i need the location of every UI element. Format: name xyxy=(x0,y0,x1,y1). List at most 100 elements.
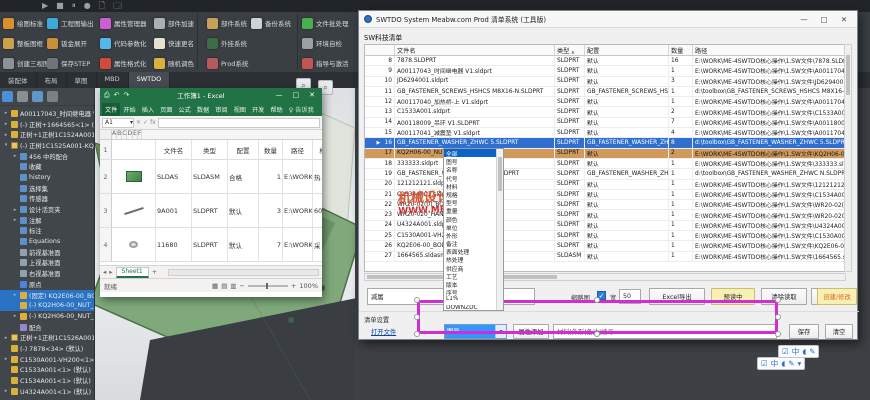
cell-type[interactable]: SLDASM xyxy=(555,252,585,261)
header-config[interactable]: 配置 xyxy=(585,45,669,55)
ribbon-button[interactable]: 钣金展开 xyxy=(47,34,87,52)
feature-tree-item[interactable]: ▸ (固定) KQ2E06-00_BODY_K xyxy=(0,290,94,301)
enter-icon[interactable]: ✓ xyxy=(143,119,148,126)
mini-toolbar-icon[interactable]: 中 xyxy=(792,347,800,356)
excel-maximize-button[interactable]: □ xyxy=(290,91,303,99)
feature-tree-item[interactable]: ▸ 正树+1正树1C1526A001-CQ2B xyxy=(0,332,94,343)
cell-path[interactable]: E:\WORK\ME-4SWTDO核心操作\1.SW文件\A00117043_时… xyxy=(693,66,845,75)
cell-quantity[interactable]: 1 xyxy=(669,231,693,240)
page-layout-icon[interactable]: ▤ xyxy=(221,282,227,290)
cell-filename[interactable]: A00117040_加热桥-上 V1.sldprt xyxy=(395,97,555,106)
feature-tree-item[interactable]: ▸ 正树+1正树1C1524A001+<1> xyxy=(0,129,94,140)
ribbon-button[interactable]: 绘图标准 xyxy=(3,14,43,32)
ribbon-button[interactable]: 整板图框 xyxy=(3,34,43,52)
cell-type[interactable]: SLDPRT xyxy=(555,159,585,168)
feature-tree-item[interactable]: (-) 7878<34> (默认) xyxy=(0,343,94,354)
ribbon-tab[interactable]: 草图 xyxy=(67,72,97,88)
mini-toolbar-icon[interactable]: ✎ xyxy=(788,359,794,368)
cell-type[interactable]: SLDPRT xyxy=(555,128,585,137)
page-break-icon[interactable]: ▥ xyxy=(230,282,236,290)
dropdown-item[interactable]: 名称 xyxy=(444,165,503,173)
cell-quantity[interactable]: 8 xyxy=(669,138,693,147)
cell-filename[interactable]: A00117041_减震垫 V1.sldprt xyxy=(395,128,555,137)
cell-type[interactable]: SLDPRT xyxy=(555,149,585,158)
dropdown-item[interactable]: 重量 xyxy=(444,206,503,214)
dialog-maximize-button[interactable]: □ xyxy=(816,15,832,24)
feature-tree-item[interactable]: ▾ (-) 正树1C1525A001-KQ2E06-0 xyxy=(0,140,94,151)
cell-path[interactable]: E:\WORK\ME-4SWTDO核心操作\1.SW文件\121212121.s… xyxy=(693,180,845,189)
cell[interactable]: 热 xyxy=(313,160,322,193)
excel-close-button[interactable]: ✕ xyxy=(306,91,318,99)
cell-config[interactable]: GB_FASTENER_SCREWS_HSHCS M8X16-N xyxy=(585,87,669,96)
bom-table-row[interactable]: 12 A00117040_加热桥-上 V1.sldprt SLDPRT 默认 1… xyxy=(365,97,845,107)
cell-type[interactable]: SLDPRT xyxy=(555,107,585,116)
feature-tree-item[interactable]: 标注 xyxy=(0,226,94,237)
header-path[interactable]: 路径 xyxy=(693,45,845,55)
cell[interactable]: 材 xyxy=(313,140,322,159)
cell-type[interactable]: SLDPRT xyxy=(555,169,585,178)
cell-path[interactable]: E:\WORK\ME-4SWTDO核心操作\1.SW文件\WR20-020_HA… xyxy=(693,210,845,219)
table-horizontal-scrollbar[interactable] xyxy=(364,273,846,281)
cell-path[interactable]: E:\WORK\ME-4SWTDO核心操作\1.SW文件\A00117041_减… xyxy=(693,128,845,137)
cell-config[interactable]: 默认 xyxy=(585,77,669,86)
cell-type[interactable]: SLDPRT xyxy=(555,200,585,209)
row-number[interactable]: 3 xyxy=(100,194,112,227)
name-box-dropdown-icon[interactable]: ▾ xyxy=(130,119,133,126)
cell[interactable]: 默认 xyxy=(228,194,259,227)
cell-type[interactable]: SLDPRT xyxy=(555,77,585,86)
bom-table-row[interactable]: 14 A00118009_吊环 V1.SLDPRT SLDPRT 默认 7 E:… xyxy=(365,118,845,128)
ribbon-button[interactable]: 备份系统 xyxy=(251,14,291,32)
cell-type[interactable]: SLDPRT xyxy=(555,66,585,75)
cell-filename[interactable]: A00117043_时间继电器 V1.sldprt xyxy=(395,66,555,75)
dialog-title-bar[interactable]: SWTDO System Meabw.com Prod 清单系统 (工具版) —… xyxy=(359,11,857,28)
mini-toolbar-icon[interactable]: ◖ xyxy=(781,359,785,368)
header-quantity[interactable]: 数量 xyxy=(669,45,693,55)
feature-tree-item[interactable]: ▸ (-) KQ2H06-00_NUT_KQ V1 xyxy=(0,311,94,322)
cell-path[interactable]: E:\WORK\ME-4SWTDO核心操作\1.SW文件\7878.SLDPRT xyxy=(693,56,845,65)
mini-toolbar-icon[interactable]: 中 xyxy=(771,359,779,368)
expand-arrow-icon[interactable]: ▸ xyxy=(12,217,18,223)
cell[interactable]: SLDPRT xyxy=(192,194,228,227)
feature-tree-item[interactable]: 传感器 xyxy=(0,194,94,205)
excel-ribbon-tab[interactable]: 审阅 xyxy=(212,103,230,116)
cell-name-box[interactable]: A1▾ xyxy=(102,118,134,128)
excel-ribbon-tab[interactable]: 文件 xyxy=(102,103,120,116)
cell-path[interactable]: E:\WORK\ME-4SWTDO核心操作\1.SW文件\C1533A001.s… xyxy=(693,107,845,116)
cell-quantity[interactable]: 16 xyxy=(669,56,693,65)
save-button[interactable]: 保存 xyxy=(789,324,819,339)
bom-table-row[interactable]: 27 1664565.sldasm SLDASM 默认 1 E:\WORK\ME… xyxy=(365,252,845,262)
feature-tree-item[interactable]: ▸ 456 中的配合 xyxy=(0,151,94,162)
excel-row[interactable]: 2 SLDAS SLDASM 合格 1 E:\WORKM 热 xyxy=(100,160,322,194)
property-manager-icon[interactable] xyxy=(17,91,28,102)
expand-arrow-icon[interactable]: ▾ xyxy=(3,142,9,148)
feature-tree-item[interactable]: Equations xyxy=(0,236,94,247)
cell-quantity[interactable]: 1 xyxy=(669,180,693,189)
feature-tree-item[interactable]: ▸ A00117043_时间继电器 V1<1> xyxy=(0,108,94,119)
cell-type[interactable]: SLDPRT xyxy=(555,221,585,230)
row-number[interactable]: 1 xyxy=(100,140,112,159)
cell-config[interactable]: 默认 xyxy=(585,252,669,261)
cell-config[interactable]: 默认 xyxy=(585,128,669,137)
ribbon-tab[interactable]: MBD xyxy=(97,72,129,88)
dropdown-item[interactable]: 颜色 xyxy=(444,215,503,223)
open-file-link[interactable]: 打开文件 xyxy=(371,327,396,336)
save-icon[interactable]: ⎙ xyxy=(104,91,110,100)
mini-toolbar-icon[interactable]: ◖ xyxy=(802,347,806,356)
cell-config[interactable]: 默认 xyxy=(585,97,669,106)
cell[interactable]: 配置 xyxy=(228,140,259,159)
ribbon-button[interactable]: 外挂系统 xyxy=(207,34,247,52)
configuration-manager-icon[interactable] xyxy=(32,91,43,102)
expand-arrow-icon[interactable]: ▸ xyxy=(3,121,9,127)
selection-handle[interactable] xyxy=(414,297,420,303)
fx-icon[interactable]: fx xyxy=(150,119,156,126)
selection-handle[interactable] xyxy=(775,297,781,303)
header-index[interactable] xyxy=(365,45,395,55)
cell-quantity[interactable]: 4 xyxy=(669,128,693,137)
cell-config[interactable]: 默认 xyxy=(585,180,669,189)
sheet-tab[interactable]: Sheet1 xyxy=(116,267,149,278)
ribbon-button[interactable]: 文件批处理 xyxy=(302,14,349,32)
column-header[interactable]: F xyxy=(138,130,142,139)
cell-config[interactable]: 默认 xyxy=(585,118,669,127)
expand-arrow-icon[interactable]: ▸ xyxy=(3,388,9,394)
cancel-icon[interactable]: ✕ xyxy=(136,119,141,126)
